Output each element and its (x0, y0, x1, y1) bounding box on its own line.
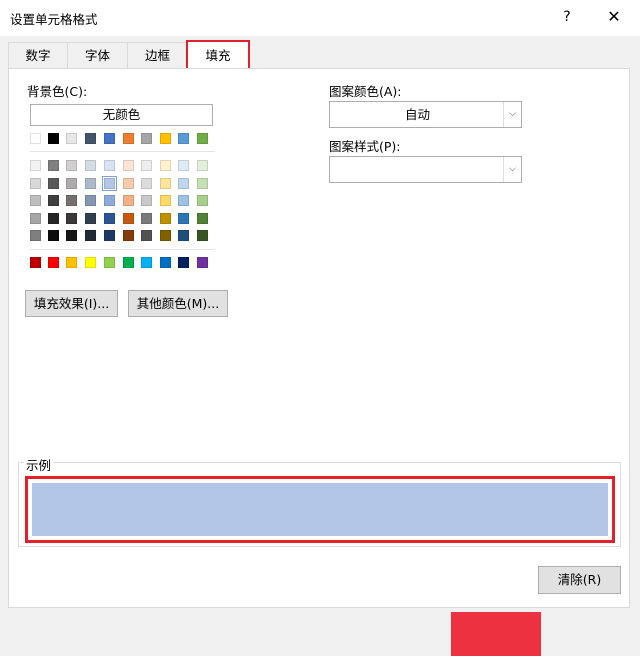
color-swatch[interactable] (104, 257, 115, 268)
color-swatch[interactable] (197, 213, 208, 224)
color-swatch[interactable] (141, 133, 152, 144)
pattern-color-value: 自动 (404, 107, 430, 122)
color-swatch[interactable] (160, 195, 171, 206)
color-swatch[interactable] (160, 178, 171, 189)
color-swatch[interactable] (104, 213, 115, 224)
color-swatch[interactable] (85, 257, 96, 268)
color-swatch[interactable] (123, 133, 134, 144)
color-swatch[interactable] (197, 133, 208, 144)
color-swatch[interactable] (178, 160, 189, 171)
color-swatch[interactable] (104, 195, 115, 206)
color-swatch[interactable] (197, 195, 208, 206)
color-swatch[interactable] (48, 257, 59, 268)
color-swatch[interactable] (178, 213, 189, 224)
no-color-button[interactable]: 无颜色 (30, 104, 213, 126)
color-swatch[interactable] (141, 178, 152, 189)
sample-label: 示例 (24, 455, 54, 474)
tab-font[interactable]: 字体 (67, 42, 128, 69)
pattern-style-label: 图案样式(P): (329, 139, 401, 154)
color-swatch[interactable] (178, 230, 189, 241)
clear-button[interactable]: 清除(R) (538, 566, 621, 594)
color-swatch[interactable] (178, 178, 189, 189)
color-swatch[interactable] (85, 213, 96, 224)
color-swatch[interactable] (66, 160, 77, 171)
color-swatch[interactable] (30, 230, 41, 241)
color-swatch[interactable] (66, 213, 77, 224)
color-swatch[interactable] (160, 133, 171, 144)
color-swatch[interactable] (48, 178, 59, 189)
background-color-label: 背景色(C): (27, 84, 88, 99)
tab-number[interactable]: 数字 (8, 42, 68, 69)
color-swatch[interactable] (85, 230, 96, 241)
color-swatch[interactable] (30, 133, 41, 144)
chevron-down-icon[interactable]: ⌵ (503, 157, 521, 182)
color-swatch[interactable] (178, 133, 189, 144)
color-swatch[interactable] (160, 160, 171, 171)
color-swatch[interactable] (85, 133, 96, 144)
color-swatch[interactable] (160, 213, 171, 224)
color-swatch[interactable] (30, 195, 41, 206)
more-colors-button[interactable]: 其他颜色(M)... (128, 290, 228, 317)
color-swatch[interactable] (141, 230, 152, 241)
pattern-color-label: 图案颜色(A): (329, 84, 402, 99)
color-swatch[interactable] (197, 257, 208, 268)
color-swatch[interactable] (85, 178, 96, 189)
color-swatch[interactable] (104, 160, 115, 171)
decorative-red-bar (451, 612, 541, 656)
color-swatch[interactable] (141, 257, 152, 268)
color-swatch[interactable] (48, 160, 59, 171)
color-swatch[interactable] (104, 230, 115, 241)
color-swatch[interactable] (85, 160, 96, 171)
close-icon[interactable]: ✕ (600, 3, 628, 31)
sample-fill (31, 482, 609, 537)
color-swatch[interactable] (30, 257, 41, 268)
color-swatch[interactable] (197, 160, 208, 171)
color-swatch[interactable] (66, 230, 77, 241)
pattern-style-dropdown[interactable]: ⌵ (329, 156, 522, 183)
color-swatch[interactable] (66, 178, 77, 189)
color-swatch[interactable] (123, 178, 134, 189)
color-swatch[interactable] (48, 133, 59, 144)
palette-divider (30, 151, 215, 152)
color-swatch[interactable] (30, 178, 41, 189)
color-swatch[interactable] (48, 230, 59, 241)
palette-divider (30, 249, 215, 250)
color-swatch[interactable] (123, 257, 134, 268)
color-swatch[interactable] (102, 176, 117, 191)
color-swatch[interactable] (141, 195, 152, 206)
color-swatch[interactable] (48, 195, 59, 206)
title-bar: 设置单元格格式 ? ✕ (0, 0, 640, 36)
help-icon[interactable]: ? (556, 5, 578, 29)
sample-preview (25, 476, 615, 543)
color-swatch[interactable] (66, 195, 77, 206)
color-swatch[interactable] (123, 195, 134, 206)
color-swatch[interactable] (141, 213, 152, 224)
tab-border[interactable]: 边框 (127, 42, 188, 69)
color-swatch[interactable] (30, 213, 41, 224)
color-swatch[interactable] (123, 213, 134, 224)
color-swatch[interactable] (178, 195, 189, 206)
color-swatch[interactable] (123, 230, 134, 241)
pattern-color-dropdown[interactable]: 自动 ⌵ (329, 101, 522, 128)
color-swatch[interactable] (104, 133, 115, 144)
color-swatch[interactable] (160, 257, 171, 268)
color-swatch[interactable] (123, 160, 134, 171)
color-swatch[interactable] (66, 257, 77, 268)
color-swatch[interactable] (197, 230, 208, 241)
chevron-down-icon[interactable]: ⌵ (503, 102, 521, 127)
color-swatch[interactable] (48, 213, 59, 224)
color-swatch[interactable] (178, 257, 189, 268)
color-swatch[interactable] (141, 160, 152, 171)
fill-effects-button[interactable]: 填充效果(I)... (25, 290, 118, 317)
color-swatch[interactable] (160, 230, 171, 241)
dialog-title: 设置单元格格式 (10, 12, 98, 27)
color-swatch[interactable] (85, 195, 96, 206)
color-swatch[interactable] (30, 160, 41, 171)
color-swatch[interactable] (66, 133, 77, 144)
color-swatch[interactable] (197, 178, 208, 189)
